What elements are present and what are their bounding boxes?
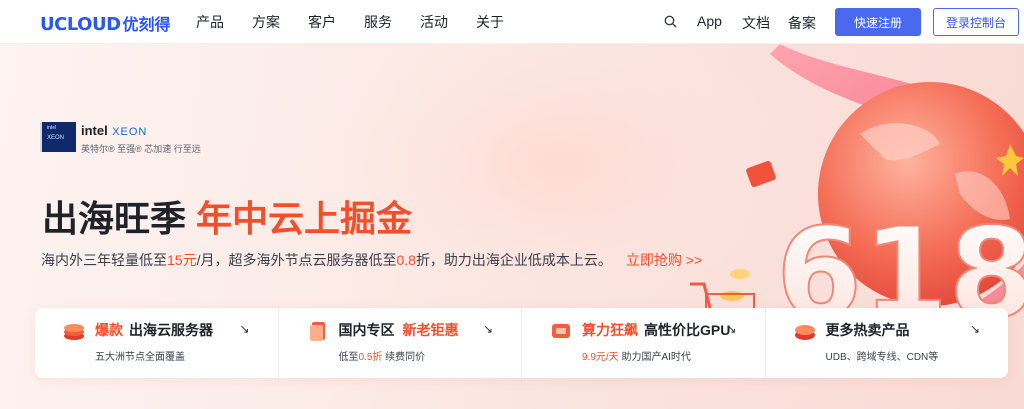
search-icon[interactable] (664, 15, 677, 28)
headline-part2: 年中云上掘金 (196, 199, 413, 240)
app-link[interactable]: App (697, 13, 722, 29)
card-title: 更多热卖产品 (826, 320, 910, 340)
card-subtitle: UDB、跨域专线、CDN等 (825, 352, 939, 363)
arrow-down-right-icon: ↘ (726, 322, 737, 336)
subline-text3: 折，助力出海企业低成本上云。 (415, 252, 612, 268)
product-cards-bar: 爆款 出海云服务器 ↘ 五大洲节点全面覆盖 国内专区 新老钜惠 ↘ 低至0.5折 续… (35, 308, 1008, 378)
card-title-text: 高性价比GPU (644, 322, 731, 338)
beian-link[interactable]: 备案 (788, 13, 816, 33)
nav-item-about[interactable]: 关于 (476, 12, 504, 32)
register-button[interactable]: 快速注册 (835, 8, 921, 36)
logo-cn-text: 优刻得 (122, 15, 171, 34)
intel-badge-word: intel (47, 125, 57, 131)
card-domestic-zone[interactable]: 国内专区 新老钜惠 ↘ 低至0.5折 续费同价 (279, 308, 522, 378)
card-sub-highlight: 9.9元/天 (582, 352, 619, 363)
headline-part1: 出海旺季 (42, 199, 187, 240)
card-title-text: 更多热卖产品 (825, 322, 910, 338)
intel-xeon-badge: intel XEON (40, 122, 76, 152)
card-more-products[interactable]: 更多热卖产品 ↘ UDB、跨域专线、CDN等 (766, 308, 1009, 378)
card-subtitle: 低至0.5折 续费同价 (339, 348, 426, 363)
nav-item-products[interactable]: 产品 (196, 12, 224, 32)
arrow-down-right-icon: ↘ (482, 322, 493, 336)
card-overseas-server[interactable]: 爆款 出海云服务器 ↘ 五大洲节点全面覆盖 (35, 308, 279, 378)
card-sub-highlight: 0.5折 (358, 352, 383, 363)
card-title: 国内专区 新老钜惠 (339, 320, 465, 340)
console-login-button[interactable]: 登录控制台 (933, 8, 1019, 36)
card-sub-text: 助力国产AI时代 (618, 352, 691, 363)
card-tag: 算力狂飙 (582, 322, 638, 338)
card-subtitle: 9.9元/天 助力国产AI时代 (582, 348, 691, 363)
subline-text2: /月，超多海外节点云服务器低至 (196, 252, 397, 268)
docs-link[interactable]: 文档 (742, 13, 770, 33)
document-icon (309, 322, 325, 341)
hero-headline: 出海旺季 年中云上掘金 (42, 190, 412, 242)
subline-price2: 0.8 (396, 252, 416, 268)
layers-icon (794, 325, 815, 340)
card-title: 算力狂飙 高性价比GPU (582, 320, 730, 340)
ucloud-logo[interactable]: UCLOUD 优刻得 (40, 11, 171, 35)
nav-item-events[interactable]: 活动 (420, 12, 448, 32)
top-navbar: UCLOUD 优刻得 产品 方案 客户 服务 活动 关于 App 文档 备案 快… (0, 0, 1024, 44)
nav-item-customers[interactable]: 客户 (308, 12, 336, 32)
intel-xeon-logo: intel XEON (81, 122, 147, 140)
nav-item-solutions[interactable]: 方案 (252, 12, 280, 32)
logo-en-text: UCLOUD (40, 14, 121, 35)
hero-banner[interactable]: intel XEON intel XEON 英特尔® 至强® 芯加速 行至远 出… (0, 44, 1024, 409)
arrow-down-right-icon: ↘ (239, 322, 250, 336)
intel-slogan: 英特尔® 至强® 芯加速 行至远 (81, 144, 201, 154)
xeon-text: XEON (112, 126, 148, 138)
subline-text1: 海内外三年轻量低至 (41, 252, 167, 268)
card-tag: 爆款 (95, 322, 123, 338)
nav-item-services[interactable]: 服务 (364, 12, 392, 32)
card-sub-pre: 低至 (338, 352, 359, 363)
server-stack-icon (64, 324, 84, 340)
card-tag: 新老钜惠 (402, 322, 459, 338)
card-gpu[interactable]: 算力狂飙 高性价比GPU ↘ 9.9元/天 助力国产AI时代 (522, 308, 766, 378)
arrow-down-right-icon: ↘ (969, 322, 980, 336)
card-title: 爆款 出海云服务器 (95, 320, 213, 340)
card-title-text: 出海云服务器 (129, 322, 213, 338)
subline-price1: 15元 (167, 252, 197, 268)
xeon-badge-word: XEON (47, 135, 65, 141)
main-nav: 产品 方案 客户 服务 活动 关于 (196, 0, 532, 44)
intel-brand-text: intel (81, 123, 108, 138)
gpu-icon (552, 324, 570, 338)
card-subtitle: 五大洲节点全面覆盖 (95, 352, 185, 363)
card-title-text: 国内专区 (338, 322, 395, 338)
hero-subline: 海内外三年轻量低至15元/月，超多海外节点云服务器低至0.8折，助力出海企业低成… (41, 250, 702, 270)
card-sub-text: 续费同价 (382, 352, 426, 363)
